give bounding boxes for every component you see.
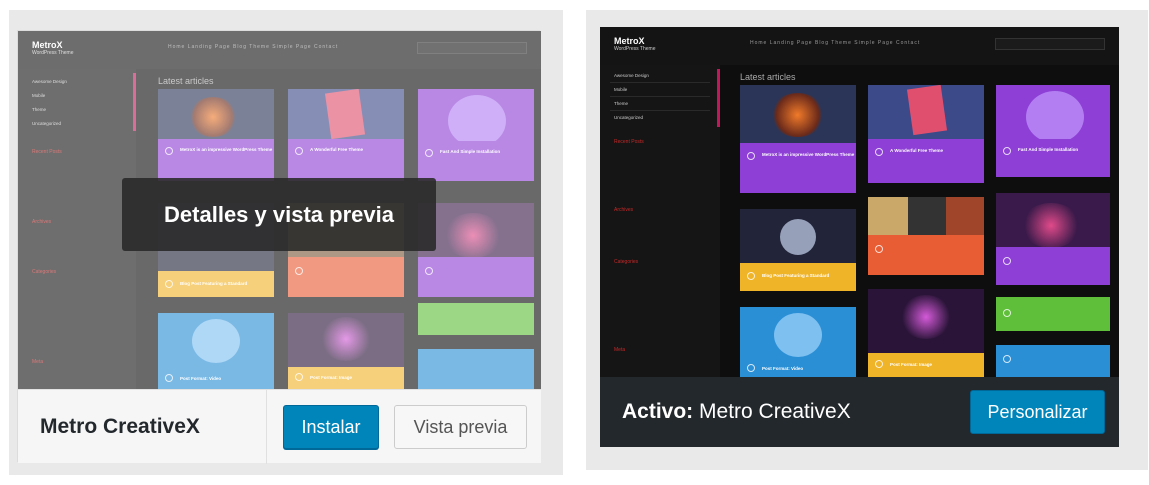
preview-sidebar-item: Mobile xyxy=(614,87,628,92)
theme-card-install[interactable]: MetroX WordPress Theme Home Landing Page … xyxy=(17,30,541,464)
preview-sidebar-section: Meta xyxy=(614,347,626,353)
preview-nav: Home Landing Page Blog Theme Simple Page… xyxy=(750,40,921,46)
preview-sidebar-item: Theme xyxy=(614,101,629,106)
preview-sidebar-section: Recent Posts xyxy=(614,139,644,145)
preview-button[interactable]: Vista previa xyxy=(394,405,527,449)
theme-preview-image: MetroX WordPress Theme Home Landing Page … xyxy=(600,27,1119,377)
active-theme-name: Activo: Metro CreativeX xyxy=(622,400,851,423)
preview-tile: Fast And Simple Installation xyxy=(996,85,1110,177)
preview-heading: Latest articles xyxy=(740,72,796,82)
preview-tile xyxy=(868,197,984,275)
theme-card-active[interactable]: MetroX WordPress Theme Home Landing Page … xyxy=(600,27,1119,447)
preview-tile: A Wonderful Free Theme xyxy=(868,85,984,183)
preview-tile: Post Format: Image xyxy=(868,289,984,377)
install-button[interactable]: Instalar xyxy=(283,405,379,449)
preview-search xyxy=(995,38,1105,50)
preview-tile xyxy=(996,193,1110,285)
preview-sidebar-item: Uncategorized xyxy=(614,115,644,120)
footer-divider xyxy=(266,390,267,464)
preview-logo: MetroX WordPress Theme xyxy=(614,36,656,52)
preview-tile: Post Format: Video xyxy=(740,307,856,377)
details-preview-overlay[interactable]: Detalles y vista previa xyxy=(122,178,436,251)
customize-button[interactable]: Personalizar xyxy=(970,390,1105,434)
theme-screenshot[interactable]: MetroX WordPress Theme Home Landing Page … xyxy=(18,31,541,389)
preview-sidebar-section: Categories xyxy=(614,259,639,265)
preview-tile xyxy=(996,297,1110,331)
theme-name: Metro CreativeX xyxy=(40,415,200,438)
theme-screenshot-active[interactable]: MetroX WordPress Theme Home Landing Page … xyxy=(600,27,1119,377)
preview-tile: MetroX is an impressive WordPress Theme xyxy=(740,85,856,193)
theme-card-footer: Metro CreativeX Instalar Vista previa xyxy=(18,389,541,464)
preview-sidebar: Awesome Design Mobile Theme Uncategorize… xyxy=(600,65,720,377)
preview-tile: Blog Post Featuring a Standard xyxy=(740,209,856,291)
theme-card-footer-active: Activo: Metro CreativeX Personalizar xyxy=(600,377,1119,447)
preview-sidebar-section: Archives xyxy=(614,207,634,213)
preview-sidebar-item: Awesome Design xyxy=(614,73,649,78)
preview-tile xyxy=(996,345,1110,377)
